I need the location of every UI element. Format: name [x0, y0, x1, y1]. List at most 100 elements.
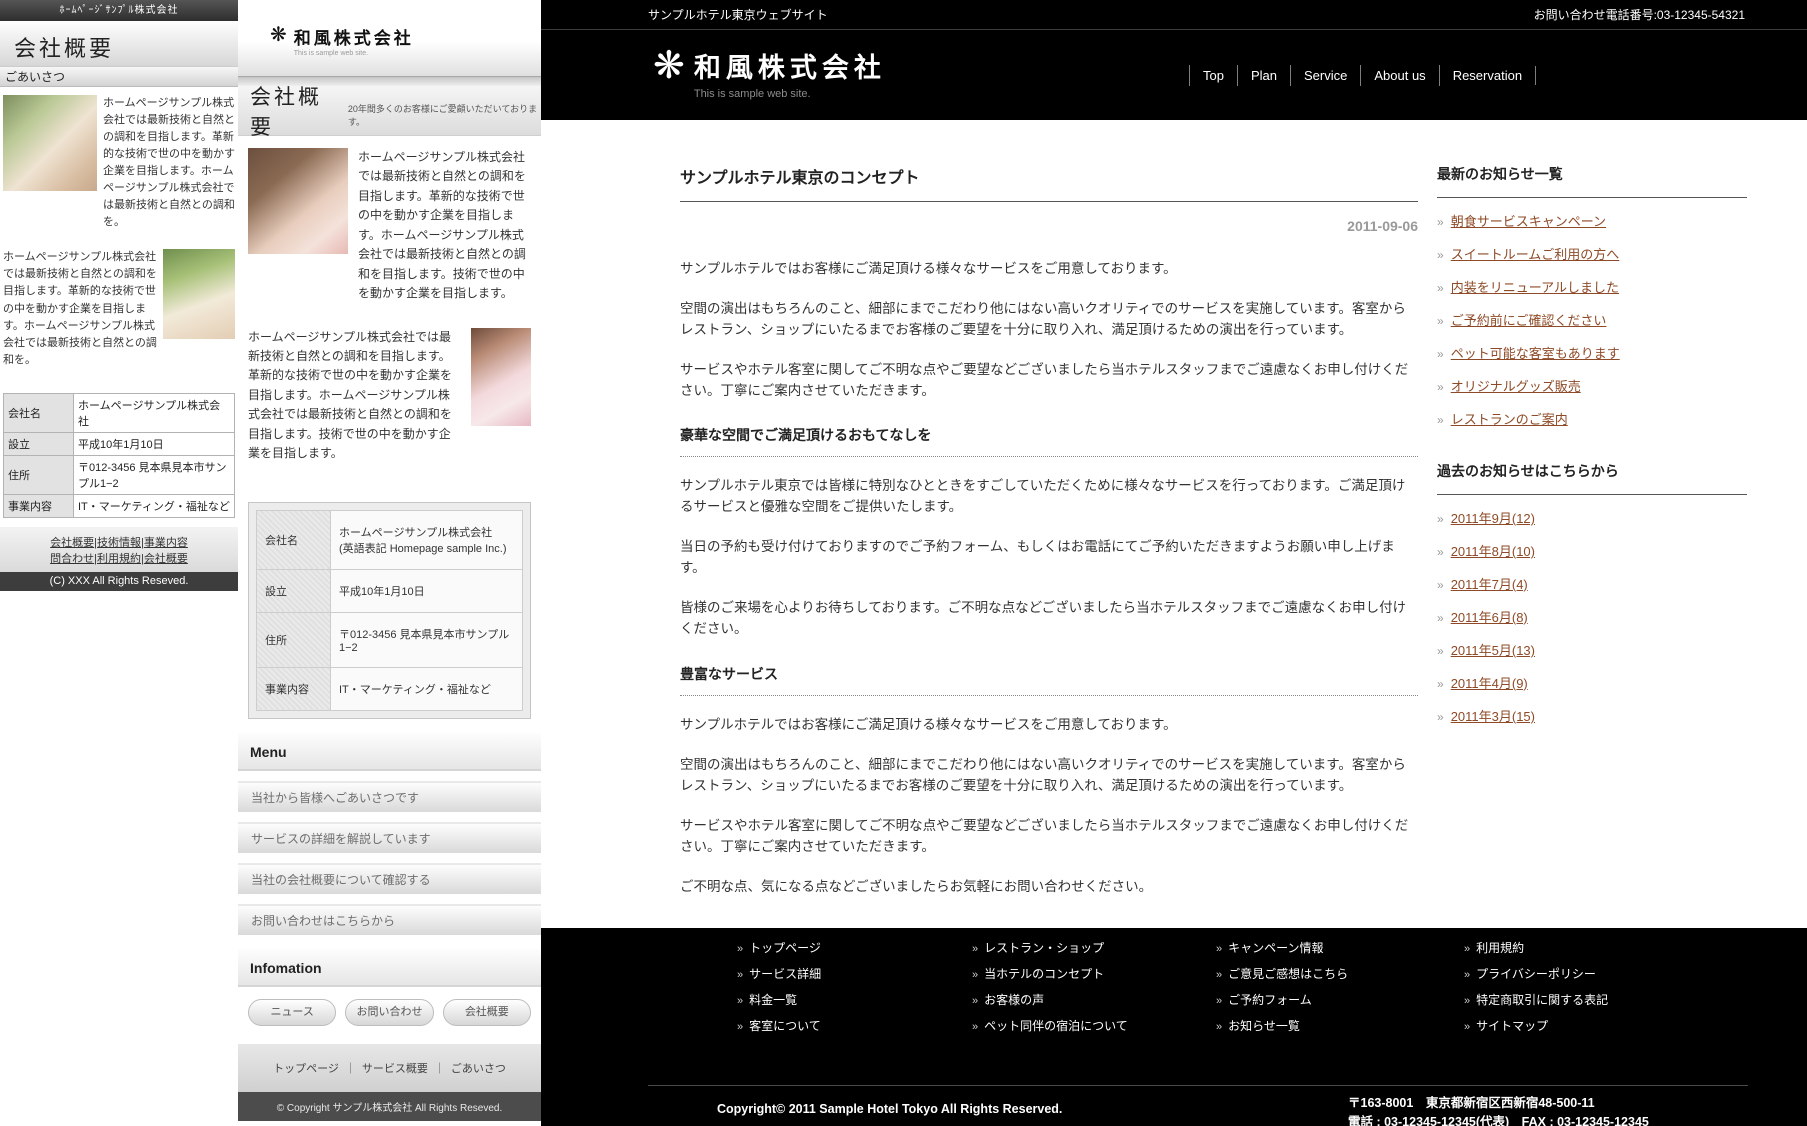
latest-news-heading: 最新のお知らせ一覧 [1437, 164, 1747, 198]
arrow-marker-icon: » [1464, 969, 1470, 981]
menu-item-greeting[interactable]: 当社から皆様へごあいさつです [238, 781, 541, 812]
footer-link[interactable]: お客様の声 [984, 993, 1044, 1007]
list-item: »ご予約前にご確認ください [1437, 303, 1747, 336]
hotel-logo-tagline: This is sample web site. [694, 88, 886, 100]
archive-link[interactable]: 2011年9月(12) [1451, 511, 1535, 526]
footer-link[interactable]: 特定商取引に関する表記 [1476, 993, 1608, 1007]
menu-item-service[interactable]: サービスの詳細を解説しています [238, 822, 541, 853]
list-item: »2011年5月(13) [1437, 633, 1747, 666]
link-tech-info[interactable]: 技術情報 [97, 537, 141, 549]
archive-link[interactable]: 2011年3月(15) [1451, 709, 1535, 724]
archive-link[interactable]: 2011年7月(4) [1451, 577, 1528, 592]
arrow-marker-icon: » [1437, 215, 1444, 229]
article-paragraph: サンプルホテルではお客様にご満足頂ける様々なサービスをご用意しております。 [680, 714, 1418, 735]
left-greeting-text-2: ホームページサンプル株式会社では最新技術と自然との調和を目指します。革新的な技術… [3, 249, 157, 368]
left-greeting-heading: ごあいさつ [0, 67, 238, 87]
menu-item-overview[interactable]: 当社の会社概要について確認する [238, 863, 541, 894]
footer-link[interactable]: 当ホテルのコンセプト [984, 967, 1104, 981]
link-terms[interactable]: 利用規約 [97, 553, 141, 565]
footer-link[interactable]: 利用規約 [1476, 941, 1524, 955]
middle-about-text-1: ホームページサンプル株式会社では最新技術と自然との調和を目指します。革新的な技術… [358, 148, 531, 304]
news-link[interactable]: 内装をリニューアルしました [1451, 280, 1619, 295]
news-link[interactable]: オリジナルグッズ販売 [1451, 379, 1581, 394]
link-business[interactable]: 事業内容 [144, 537, 188, 549]
hotel-logo[interactable]: ❋ 和風株式会社 This is sample web site. [653, 46, 886, 100]
archive-link[interactable]: 2011年6月(8) [1451, 610, 1528, 625]
arrow-marker-icon: » [1437, 611, 1444, 625]
left-site-header-bar: ﾎｰﾑﾍﾟｰｼﾞｻﾝﾌﾟﾙ株式会社 [0, 0, 238, 21]
menu-item-contact[interactable]: お問い合わせはこちらから [238, 904, 541, 935]
list-item: » 朝食サービスキャンペーン [1437, 204, 1747, 237]
table-row: 住所 〒012-3456 見本県見本市サンプル1−2 [4, 455, 235, 494]
news-button[interactable]: ニュース [248, 999, 336, 1026]
nav-reservation[interactable]: Reservation [1439, 65, 1535, 86]
article-paragraph: 当日の予約も受け付けておりますのでご予約フォーム、もしくはお電話にてご予約いただ… [680, 536, 1418, 578]
footer-link[interactable]: 料金一覧 [749, 993, 797, 1007]
arrow-marker-icon: » [1464, 943, 1470, 955]
contact-button[interactable]: お問い合わせ [345, 999, 433, 1026]
arrow-marker-icon: » [1464, 995, 1470, 1007]
footer-link[interactable]: 客室について [749, 1019, 821, 1033]
middle-page-subtitle: 20年間多くのお客様にご愛顧いただいております。 [348, 102, 541, 128]
footer-column-1: »トップページ »サービス詳細 »料金一覧 »客室について [737, 939, 972, 1043]
company-name-en: (英語表記 Homepage sample Inc.) [339, 540, 514, 556]
article-title: サンプルホテル東京のコンセプト [680, 164, 1418, 202]
footer-link[interactable]: レストラン・ショップ [984, 941, 1104, 955]
article-paragraph: ご不明な点、気になる点などございましたらお気軽にお問い合わせください。 [680, 876, 1418, 897]
nav-separator [1535, 66, 1536, 85]
middle-footer-links: トップページ｜サービス概要｜ごあいさつ [238, 1044, 541, 1092]
row-label: 設立 [257, 569, 331, 612]
arrow-marker-icon: » [972, 969, 978, 981]
footer-link-greeting[interactable]: ごあいさつ [451, 1063, 506, 1075]
nav-plan[interactable]: Plan [1237, 65, 1290, 86]
footer-link[interactable]: サイトマップ [1476, 1019, 1548, 1033]
news-link[interactable]: レストランのご案内 [1451, 412, 1568, 427]
article-paragraph: 空間の演出はもちろんのこと、細部にまでこだわり他にはない高いクオリティでのサービ… [680, 298, 1418, 340]
archive-link[interactable]: 2011年8月(10) [1451, 544, 1535, 559]
arrow-marker-icon: » [1437, 380, 1444, 394]
archive-link[interactable]: 2011年4月(9) [1451, 676, 1528, 691]
row-label: 事業内容 [257, 667, 331, 710]
news-link[interactable]: 朝食サービスキャンペーン [1451, 214, 1606, 229]
link-company-overview[interactable]: 会社概要 [50, 537, 94, 549]
footer-link-service[interactable]: サービス概要 [362, 1063, 428, 1075]
middle-page-title: 会社概要 [250, 81, 340, 141]
nav-service[interactable]: Service [1290, 65, 1360, 86]
footer-link[interactable]: ご予約フォーム [1228, 993, 1312, 1007]
arrow-marker-icon: » [737, 995, 743, 1007]
archive-link[interactable]: 2011年5月(13) [1451, 643, 1535, 658]
footer-link[interactable]: プライバシーポリシー [1476, 967, 1596, 981]
arrow-marker-icon: » [1216, 943, 1222, 955]
news-link[interactable]: ご予約前にご確認ください [1451, 313, 1607, 328]
row-label: 事業内容 [4, 494, 74, 517]
news-link[interactable]: スイートルームご利用の方へ [1451, 247, 1620, 262]
footer-link-top[interactable]: トップページ [273, 1063, 339, 1075]
overview-button[interactable]: 会社概要 [443, 999, 531, 1026]
footer-link[interactable]: サービス詳細 [749, 967, 821, 981]
nav-about-us[interactable]: About us [1360, 65, 1438, 86]
row-value: IT・マーケティング・福祉など [74, 494, 235, 517]
hotel-main-nav: Top Plan Service About us Reservation [1189, 60, 1536, 90]
news-link[interactable]: ペット可能な客室もあります [1451, 346, 1620, 361]
list-item: »2011年3月(15) [1437, 699, 1747, 732]
photo-woman-portrait [248, 148, 348, 254]
footer-column-2: »レストラン・ショップ »当ホテルのコンセプト »お客様の声 »ペット同伴の宿泊… [972, 939, 1216, 1043]
footer-link[interactable]: お知らせ一覧 [1228, 1019, 1300, 1033]
footer-link[interactable]: トップページ [749, 941, 821, 955]
hotel-phone-number: お問い合わせ電話番号:03-12345-54321 [1534, 6, 1745, 23]
link-contact[interactable]: 問合わせ [50, 553, 94, 565]
footer-link[interactable]: ペット同伴の宿泊について [984, 1019, 1128, 1033]
nav-top[interactable]: Top [1189, 65, 1237, 86]
list-item: » オリジナルグッズ販売 [1437, 369, 1747, 402]
row-value: 平成10年1月10日 [331, 569, 523, 612]
middle-logo-tagline: This is sample web site. [294, 50, 414, 57]
footer-link[interactable]: ご意見ご感想はこちら [1228, 967, 1348, 981]
list-item: »2011年9月(12) [1437, 501, 1747, 534]
concept-article: サンプルホテル東京のコンセプト 2011-09-06 サンプルホテルではお客様に… [680, 164, 1418, 928]
list-item: »2011年4月(9) [1437, 666, 1747, 699]
middle-logo[interactable]: ❋ 和風株式会社 This is sample web site. [270, 24, 541, 57]
link-company-overview-2[interactable]: 会社概要 [144, 553, 188, 565]
list-item: »内装をリニューアルしました [1437, 270, 1747, 303]
footer-link[interactable]: キャンペーン情報 [1228, 941, 1323, 955]
photo-woman-outdoor [3, 95, 97, 191]
